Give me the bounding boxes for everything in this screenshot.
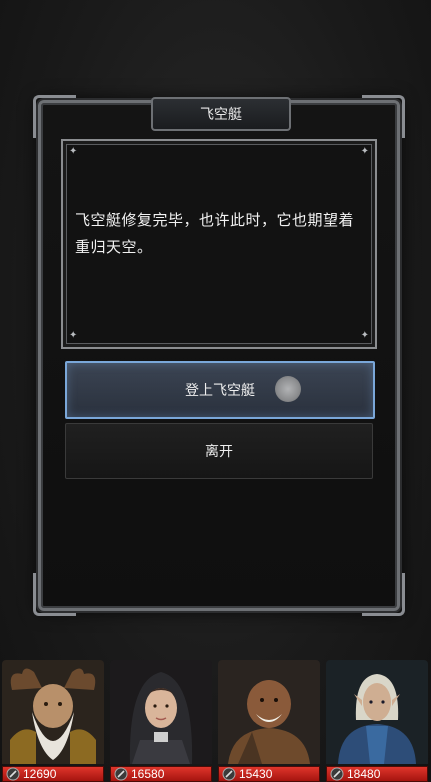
frame-corner-ornament [33,573,76,616]
hero-hp-value: 16580 [131,767,165,781]
panel-corner-star-icon: ✦ [360,146,369,157]
game-screen: 飞空艇 ✦ ✦ ✦ ✦ 飞空艇修复完毕，也许此时，它也期望着重归天空。 登上飞空… [0,0,431,782]
party-member-3[interactable]: 15430 [216,660,322,782]
leave-button[interactable]: 离开 [65,423,373,479]
event-dialog: 飞空艇 ✦ ✦ ✦ ✦ 飞空艇修复完毕，也许此时，它也期望着重归天空。 登上飞空… [33,95,405,616]
sword-icon [221,766,237,782]
sword-icon [113,766,129,782]
hero-hp-bar: 12690 [2,766,104,782]
frame-corner-ornament [362,95,405,138]
hero-hp-value: 15430 [239,767,273,781]
hero-hp-bar: 15430 [218,766,320,782]
hero-hp-bar: 16580 [110,766,212,782]
panel-corner-star-icon: ✦ [69,146,78,157]
touch-indicator [275,376,301,402]
party-bar: 12690 16580 15430 18480 [0,660,431,782]
hero-hp-value: 18480 [347,767,381,781]
panel-corner-star-icon: ✦ [360,330,369,341]
dialog-title: 飞空艇 [151,97,291,131]
board-airship-button[interactable]: 登上飞空艇 [65,361,375,419]
party-member-1[interactable]: 12690 [0,660,106,782]
hero-portrait-avatar [2,660,104,764]
panel-corner-star-icon: ✦ [69,330,78,341]
hero-portrait-avatar [218,660,320,764]
sword-icon [329,766,345,782]
party-member-2[interactable]: 16580 [108,660,214,782]
party-member-4[interactable]: 18480 [324,660,430,782]
hero-hp-value: 12690 [23,767,57,781]
sword-icon [5,766,21,782]
message-panel: ✦ ✦ ✦ ✦ 飞空艇修复完毕，也许此时，它也期望着重归天空。 [61,139,377,349]
hero-portrait-avatar [110,660,212,764]
hero-portrait-avatar [326,660,428,764]
event-message: 飞空艇修复完毕，也许此时，它也期望着重归天空。 [75,211,355,256]
hero-hp-bar: 18480 [326,766,428,782]
